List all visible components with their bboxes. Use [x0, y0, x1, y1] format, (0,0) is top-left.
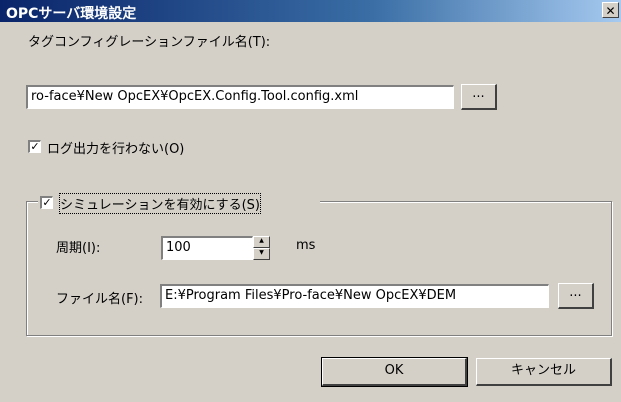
- cancel-button[interactable]: キャンセル: [476, 358, 612, 386]
- ok-button[interactable]: OK: [321, 357, 468, 387]
- tag-config-browse-button[interactable]: ...: [461, 84, 497, 110]
- window-title: OPCサーバ環境設定: [6, 6, 137, 22]
- file-label: ファイル名(F):: [56, 292, 144, 307]
- spin-down-icon[interactable]: ▼: [253, 248, 270, 260]
- tag-config-label: タグコンフィグレーションファイル名(T):: [28, 35, 271, 50]
- log-disable-checkbox[interactable]: ✓: [28, 140, 41, 153]
- period-label: 周期(I):: [56, 241, 101, 256]
- simulation-groupbox: [26, 201, 612, 336]
- log-disable-label: ログ出力を行わない(O): [47, 142, 185, 157]
- period-input[interactable]: 100: [161, 236, 253, 260]
- period-unit: ms: [296, 238, 316, 253]
- close-icon[interactable]: ✕: [602, 2, 619, 18]
- simulation-legend: ✓ シミュレーションを有効にする(S): [38, 192, 320, 214]
- simulation-enable-checkbox[interactable]: ✓: [40, 196, 53, 209]
- spin-up-icon[interactable]: ▲: [253, 236, 270, 248]
- tag-config-file-input[interactable]: ro-face¥New OpcEX¥OpcEX.Config.Tool.conf…: [26, 85, 454, 109]
- title-bar: OPCサーバ環境設定 ✕: [0, 0, 621, 22]
- simulation-file-input[interactable]: E:¥Program Files¥Pro-face¥New OpcEX¥DEM: [160, 284, 549, 308]
- period-stepper[interactable]: ▲ ▼: [253, 236, 270, 260]
- simulation-browse-button[interactable]: ...: [558, 283, 594, 309]
- simulation-enable-label: シミュレーションを有効にする(S): [58, 193, 262, 214]
